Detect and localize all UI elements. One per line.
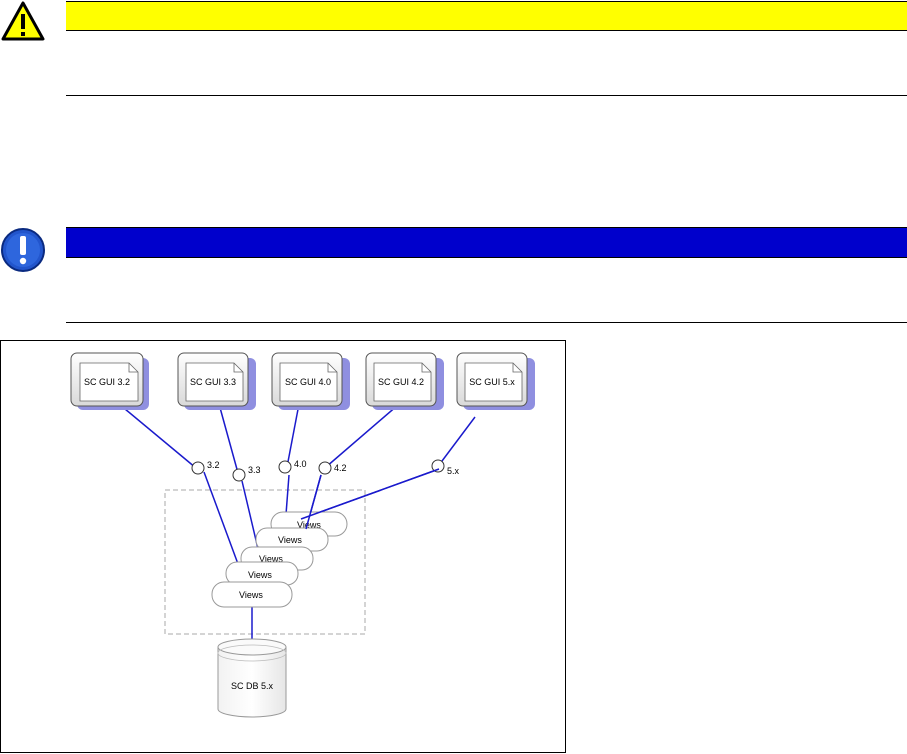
warning-section-divider xyxy=(66,95,907,96)
interface-label: 4.0 xyxy=(294,459,307,469)
gui-box-label: SC GUI 5.x xyxy=(469,377,515,387)
database-label: SC DB 5.x xyxy=(231,681,274,691)
interface-label: 3.2 xyxy=(207,460,220,470)
interface-node xyxy=(318,461,332,475)
gui-box-5: SC GUI 5.x xyxy=(456,352,535,410)
views-label: Views xyxy=(248,570,272,580)
architecture-diagram: SC GUI 3.2 SC GUI 3.3 SC GUI 4.0 SC GUI … xyxy=(0,340,566,753)
database-cylinder: SC DB 5.x xyxy=(217,638,287,718)
warning-banner xyxy=(66,1,907,31)
important-section-divider xyxy=(66,322,907,323)
diagram-canvas: SC GUI 3.2 SC GUI 3.3 SC GUI 4.0 SC GUI … xyxy=(70,352,535,718)
important-banner xyxy=(66,227,907,258)
interface-node xyxy=(278,460,292,474)
interface-label: 4.2 xyxy=(334,463,347,473)
gui-box-3: SC GUI 4.0 xyxy=(271,352,350,410)
gui-box-2: SC GUI 3.3 xyxy=(177,352,256,410)
gui-box-label: SC GUI 4.2 xyxy=(378,377,424,387)
views-layer-1: Views xyxy=(211,581,293,608)
gui-box-1: SC GUI 3.2 xyxy=(70,352,149,410)
warning-icon xyxy=(1,1,45,41)
important-icon xyxy=(0,227,46,273)
gui-box-label: SC GUI 3.2 xyxy=(84,377,130,387)
views-label: Views xyxy=(278,535,302,545)
interface-node xyxy=(232,468,246,482)
interface-node xyxy=(191,461,205,475)
gui-box-label: SC GUI 4.0 xyxy=(285,377,331,387)
gui-box-4: SC GUI 4.2 xyxy=(365,352,444,410)
views-label: Views xyxy=(239,590,263,600)
interface-label: 5.x xyxy=(447,466,460,476)
interface-label: 3.3 xyxy=(248,465,261,475)
gui-box-label: SC GUI 3.3 xyxy=(190,377,236,387)
